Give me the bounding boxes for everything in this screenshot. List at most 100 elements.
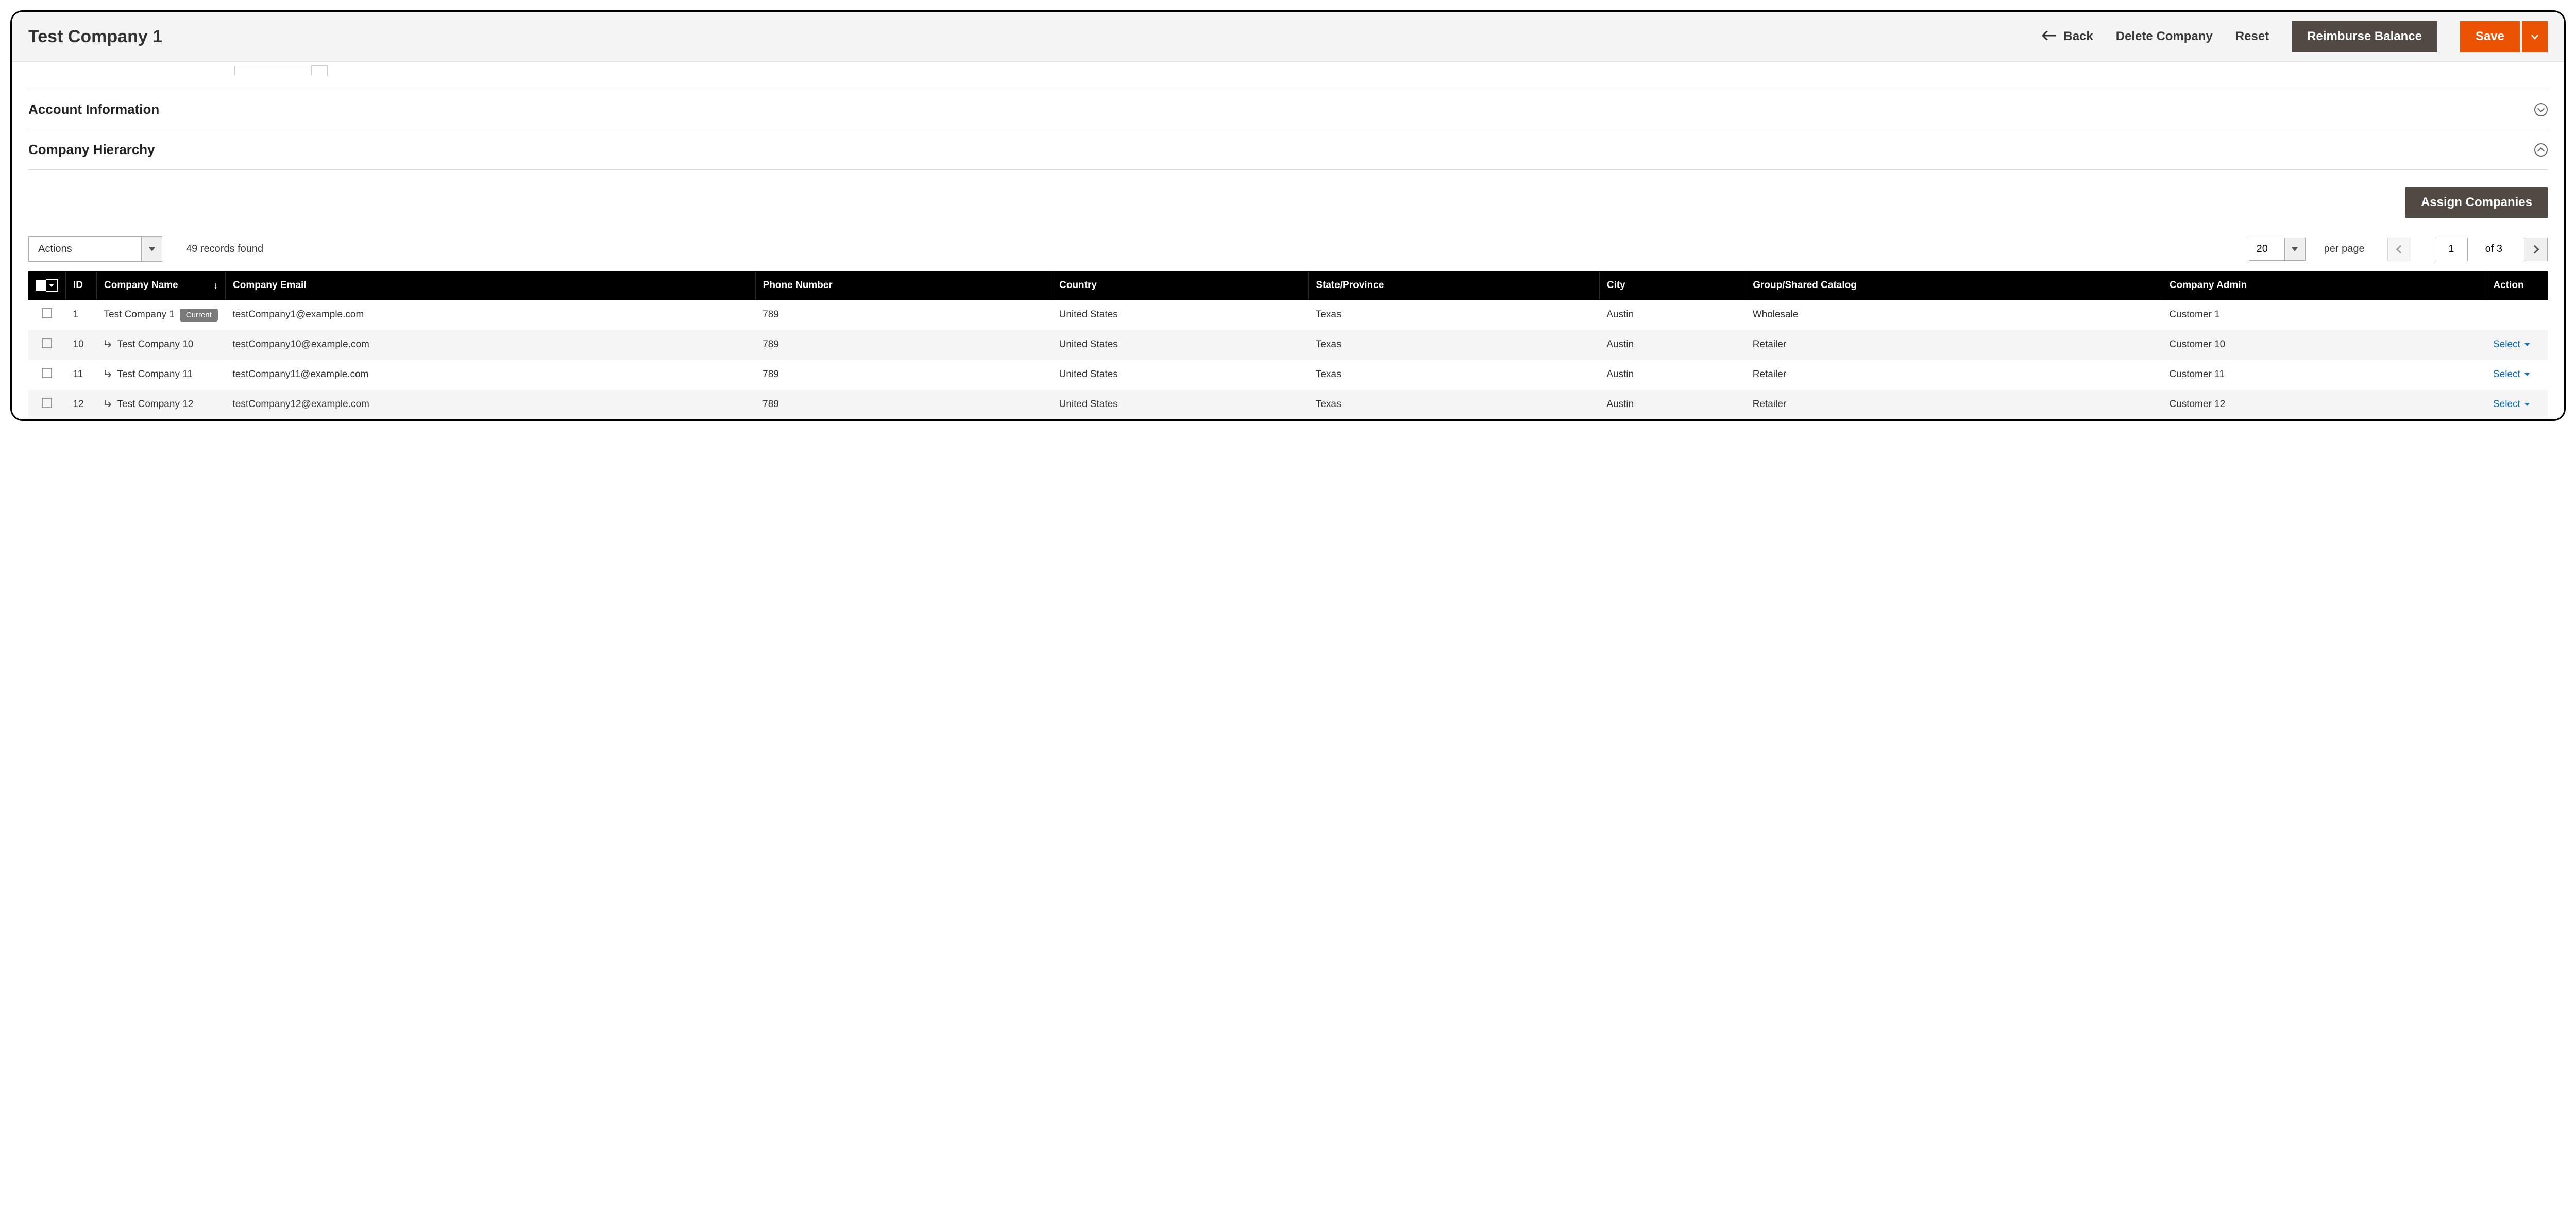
row-state: Texas <box>1309 300 1600 330</box>
row-group: Retailer <box>1745 390 2162 419</box>
row-admin: Customer 12 <box>2162 390 2486 419</box>
row-action-select[interactable]: Select <box>2493 369 2530 380</box>
page-size-input[interactable] <box>2249 238 2285 261</box>
grid-toolbar: Actions 49 records found per page of 3 <box>28 232 2548 271</box>
row-city: Austin <box>1599 300 1745 330</box>
caret-down-icon <box>2531 31 2538 42</box>
row-phone: 789 <box>755 390 1052 419</box>
row-city: Austin <box>1599 330 1745 360</box>
row-checkbox[interactable] <box>42 368 52 378</box>
col-id[interactable]: ID <box>66 271 97 300</box>
col-company-name[interactable]: Company Name ↓ <box>97 271 226 300</box>
section-title-hierarchy: Company Hierarchy <box>28 142 2534 158</box>
caret-down-icon <box>2524 403 2530 406</box>
page-size-select[interactable] <box>2249 238 2306 261</box>
chevron-up-icon <box>2534 143 2548 157</box>
actions-select[interactable]: Actions <box>28 236 162 262</box>
col-action[interactable]: Action <box>2486 271 2548 300</box>
table-row: 1Test Company 1CurrenttestCompany1@examp… <box>28 300 2548 330</box>
row-company-name: Test Company 1 <box>104 309 175 320</box>
select-all-dropdown[interactable] <box>46 279 58 292</box>
row-company-name: Test Company 12 <box>117 399 194 410</box>
page-title: Test Company 1 <box>28 27 2042 47</box>
select-all-control[interactable] <box>36 279 58 292</box>
per-page-label: per page <box>2324 243 2365 255</box>
reset-button[interactable]: Reset <box>2235 29 2269 44</box>
section-title-account: Account Information <box>28 102 2534 117</box>
child-arrow-icon <box>104 370 113 378</box>
row-checkbox[interactable] <box>42 308 52 318</box>
row-action-label: Select <box>2493 369 2520 380</box>
pager-current-input[interactable] <box>2435 238 2468 261</box>
reimburse-balance-button[interactable]: Reimburse Balance <box>2292 21 2437 52</box>
back-button[interactable]: Back <box>2042 29 2093 44</box>
row-group: Wholesale <box>1745 300 2162 330</box>
page-header: Test Company 1 Back Delete Company Reset… <box>12 12 2564 62</box>
pager-of-label: of 3 <box>2485 243 2502 255</box>
row-email: testCompany12@example.com <box>226 390 756 419</box>
row-company-name: Test Company 11 <box>117 369 193 380</box>
table-row: 10 Test Company 10 testCompany10@example.c… <box>28 330 2548 360</box>
row-company-name: Test Company 10 <box>117 339 194 350</box>
caret-down-icon <box>149 247 155 251</box>
row-admin: Customer 1 <box>2162 300 2486 330</box>
save-dropdown-toggle[interactable] <box>2522 21 2548 52</box>
row-admin: Customer 11 <box>2162 360 2486 390</box>
row-phone: 789 <box>755 330 1052 360</box>
section-company-hierarchy[interactable]: Company Hierarchy <box>28 129 2548 170</box>
row-group: Retailer <box>1745 360 2162 390</box>
pager-next-button[interactable] <box>2524 238 2548 261</box>
row-action-select[interactable]: Select <box>2493 339 2530 350</box>
row-checkbox[interactable] <box>42 398 52 408</box>
row-phone: 789 <box>755 300 1052 330</box>
header-actions: Back Delete Company Reset Reimburse Bala… <box>2042 21 2548 52</box>
row-id: 10 <box>66 330 97 360</box>
table-row: 11Test Company 11testCompany11@example.c… <box>28 360 2548 390</box>
row-email: testCompany10@example.com <box>226 330 756 360</box>
row-action-label: Select <box>2493 399 2520 410</box>
row-phone: 789 <box>755 360 1052 390</box>
col-group[interactable]: Group/Shared Catalog <box>1745 271 2162 300</box>
caret-down-icon <box>2524 343 2530 346</box>
child-arrow-icon <box>104 340 113 348</box>
save-button[interactable]: Save <box>2460 21 2520 52</box>
records-found-label: 49 records found <box>186 243 263 255</box>
col-company-name-label: Company Name <box>104 280 178 291</box>
chevron-down-icon <box>2534 103 2548 116</box>
page-size-toggle[interactable] <box>2285 238 2306 261</box>
section-account-information[interactable]: Account Information <box>28 89 2548 129</box>
row-id: 1 <box>66 300 97 330</box>
col-phone[interactable]: Phone Number <box>755 271 1052 300</box>
col-company-email[interactable]: Company Email <box>226 271 756 300</box>
actions-select-toggle[interactable] <box>142 236 162 262</box>
pager-prev-button[interactable] <box>2387 238 2411 261</box>
back-label: Back <box>2063 29 2093 44</box>
row-checkbox[interactable] <box>42 338 52 348</box>
assign-companies-button[interactable]: Assign Companies <box>2405 187 2548 218</box>
row-country: United States <box>1052 330 1309 360</box>
row-action-label: Select <box>2493 339 2520 350</box>
delete-company-button[interactable]: Delete Company <box>2116 29 2213 44</box>
row-country: United States <box>1052 300 1309 330</box>
col-state[interactable]: State/Province <box>1309 271 1600 300</box>
row-state: Texas <box>1309 360 1600 390</box>
table-row: 12Test Company 12testCompany12@example.c… <box>28 390 2548 419</box>
row-admin: Customer 10 <box>2162 330 2486 360</box>
row-action-select[interactable]: Select <box>2493 399 2530 410</box>
row-email: testCompany11@example.com <box>226 360 756 390</box>
col-country[interactable]: Country <box>1052 271 1309 300</box>
col-admin[interactable]: Company Admin <box>2162 271 2486 300</box>
col-city[interactable]: City <box>1599 271 1745 300</box>
current-badge: Current <box>180 309 218 322</box>
sort-down-icon: ↓ <box>213 280 218 291</box>
row-country: United States <box>1052 360 1309 390</box>
row-group: Retailer <box>1745 330 2162 360</box>
caret-down-icon <box>2292 247 2298 251</box>
child-arrow-icon <box>104 400 113 408</box>
row-state: Texas <box>1309 390 1600 419</box>
chevron-left-icon <box>2396 245 2404 253</box>
caret-down-icon <box>49 284 54 287</box>
row-state: Texas <box>1309 330 1600 360</box>
save-split-button: Save <box>2460 21 2548 52</box>
checkbox-icon <box>36 280 46 291</box>
